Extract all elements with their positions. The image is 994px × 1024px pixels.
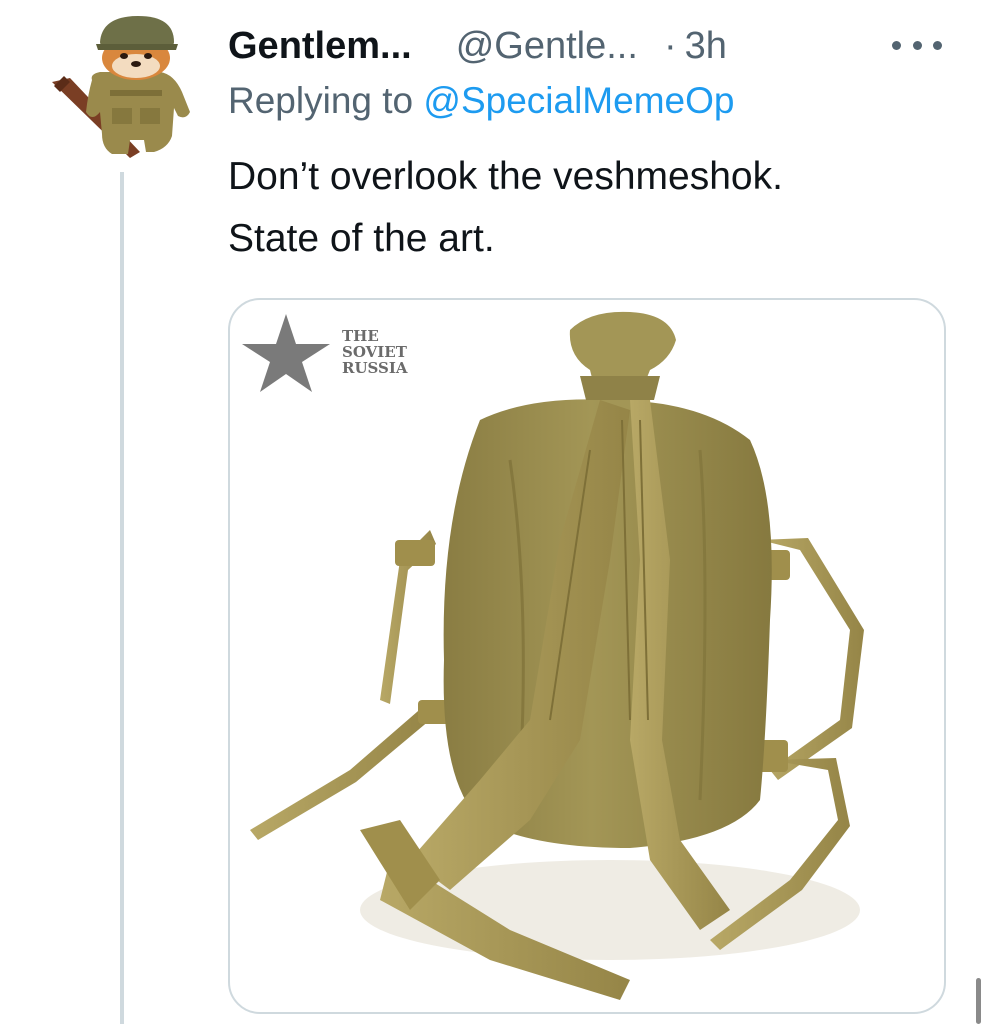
separator-dot: · [663,24,677,67]
tweet-text-line: Don’t overlook the veshmeshok. [228,155,783,198]
timestamp[interactable]: 3h [685,25,727,68]
backpack-illustration [250,311,864,1000]
thread-line [120,172,124,1024]
more-options-icon[interactable] [892,30,942,60]
display-name[interactable]: Gentlem... [228,25,412,68]
tweet-text: Don’t overlook the veshmeshok. State of … [228,146,948,270]
more-dot [912,40,922,50]
avatar[interactable] [50,12,200,162]
reply-prefix: Replying to [228,80,414,121]
more-dot [892,40,901,50]
more-dot [933,40,942,50]
tweet-card[interactable]: Gentlem... @Gentle... · 3h Replying to @… [0,0,994,1024]
scrollbar[interactable] [976,978,981,1024]
tweet-text-line: State of the art. [228,217,495,260]
tweet-header: Gentlem... @Gentle... · 3h [228,18,934,74]
reply-mention-link[interactable]: @SpecialMemeOp [423,80,734,121]
user-handle[interactable]: @Gentle... [456,25,638,68]
replying-to: Replying to @SpecialMemeOp [228,80,734,122]
tweet-media-image[interactable]: THE SOVIET RUSSIA [228,298,946,1014]
